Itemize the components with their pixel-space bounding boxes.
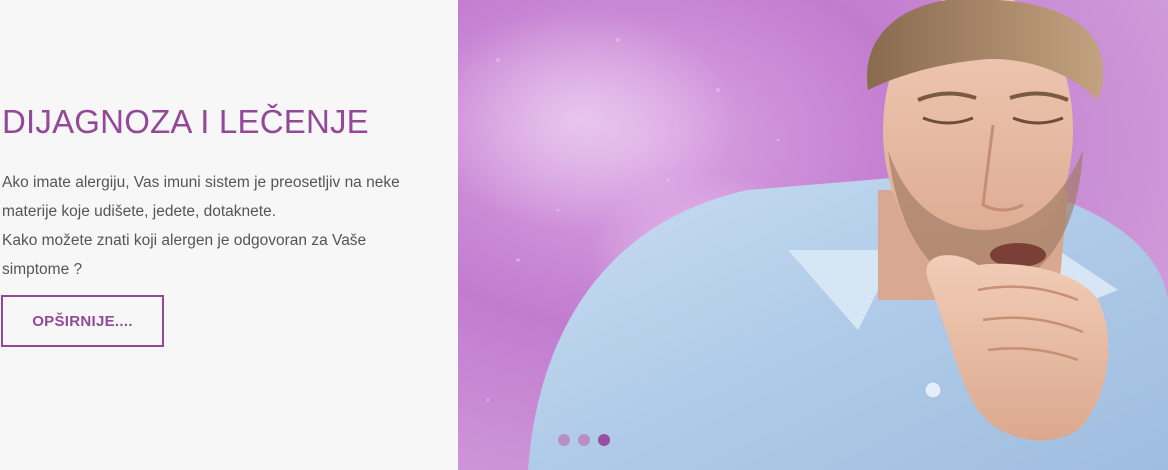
slider-dot-1[interactable]	[558, 434, 570, 446]
man-coughing-photo	[458, 0, 1168, 470]
slide-text-panel: DIJAGNOZA I LEČENJE Ako imate alergiju, …	[0, 0, 458, 470]
hero-slider: DIJAGNOZA I LEČENJE Ako imate alergiju, …	[0, 0, 1168, 470]
slider-dot-3[interactable]	[598, 434, 610, 446]
slide-image	[458, 0, 1168, 470]
slide-description: Ako imate alergiju, Vas imuni sistem je …	[2, 168, 402, 284]
slider-dot-2[interactable]	[578, 434, 590, 446]
read-more-button[interactable]: OPŠIRNIJE....	[1, 295, 164, 347]
slide-paragraph-1: Ako imate alergiju, Vas imuni sistem je …	[2, 174, 400, 220]
slider-pagination	[558, 434, 610, 446]
slide-paragraph-2: Kako možete znati koji alergen je odgovo…	[2, 232, 367, 278]
slide-headline: DIJAGNOZA I LEČENJE	[2, 103, 369, 140]
